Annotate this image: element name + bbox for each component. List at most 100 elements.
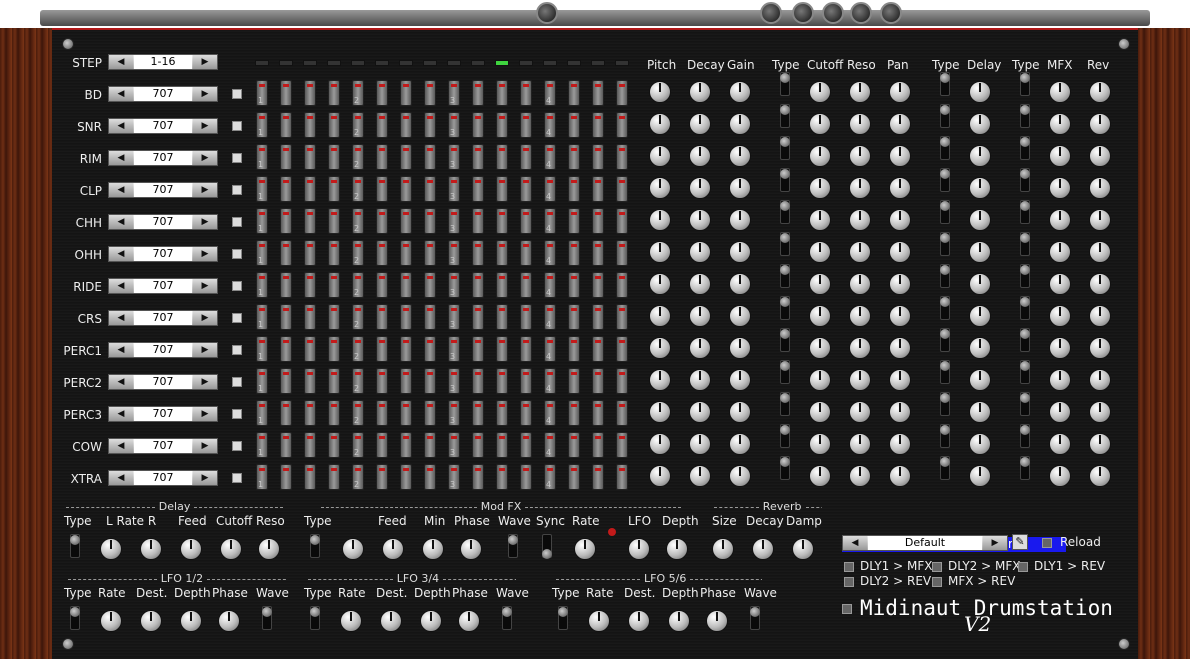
voice-mfx-knob[interactable] [1049,273,1071,295]
voice-cutoff-knob[interactable] [809,433,831,455]
step-button[interactable] [568,144,580,170]
reverb-decay-knob[interactable] [752,538,774,560]
step-button[interactable] [280,80,292,106]
step-button[interactable] [616,304,628,330]
voice-cutoff-knob[interactable] [809,113,831,135]
step-button[interactable]: 2 [352,432,364,458]
step-button[interactable]: 3 [448,112,460,138]
step-button[interactable] [472,368,484,394]
modfx-sync-switch[interactable] [542,534,552,559]
kit-selector[interactable]: ◀ 707 ▶ [108,246,218,262]
voice-pitch-knob[interactable] [649,465,671,487]
step-button[interactable] [616,80,628,106]
step-button[interactable] [376,368,388,394]
mute-checkbox[interactable] [232,441,242,451]
arrow-left-icon[interactable]: ◀ [109,183,133,197]
voice-type-switch[interactable] [940,200,950,224]
voice-rev-knob[interactable] [1089,241,1111,263]
voice-rev-knob[interactable] [1089,177,1111,199]
voice-pitch-knob[interactable] [649,273,671,295]
routing-checkbox-dly1-rev[interactable] [1018,562,1028,572]
step-button[interactable] [472,176,484,202]
step-button[interactable] [496,336,508,362]
step-button[interactable] [424,208,436,234]
step-button[interactable] [280,176,292,202]
arrow-left-icon[interactable]: ◀ [109,279,133,293]
voice-type-switch[interactable] [1020,72,1030,96]
delay-rate-left-knob[interactable] [100,538,122,560]
step-button[interactable] [376,80,388,106]
lfo34-type-switch[interactable] [310,606,320,630]
step-button[interactable] [520,400,532,426]
step-button[interactable]: 3 [448,272,460,298]
step-button[interactable] [616,464,628,490]
step-button[interactable] [400,80,412,106]
step-button[interactable] [400,304,412,330]
voice-reso-knob[interactable] [849,337,871,359]
step-button[interactable] [520,432,532,458]
step-button[interactable]: 3 [448,368,460,394]
voice-gain-knob[interactable] [729,241,751,263]
step-button[interactable] [304,80,316,106]
arrow-right-icon[interactable]: ▶ [193,407,217,421]
voice-delay-knob[interactable] [969,113,991,135]
step-button[interactable] [592,304,604,330]
step-button[interactable] [592,432,604,458]
voice-pan-knob[interactable] [889,433,911,455]
step-button[interactable]: 4 [544,400,556,426]
lfo56-knob[interactable] [588,610,610,632]
voice-reso-knob[interactable] [849,177,871,199]
step-button[interactable] [568,208,580,234]
step-button[interactable] [376,336,388,362]
voice-type-switch[interactable] [940,72,950,96]
voice-delay-knob[interactable] [969,369,991,391]
modfx-rate-knob[interactable] [574,538,596,560]
step-button[interactable] [568,304,580,330]
step-button[interactable] [568,80,580,106]
voice-type-switch[interactable] [940,456,950,480]
lfo34-knob[interactable] [458,610,480,632]
voice-pitch-knob[interactable] [649,305,671,327]
step-button[interactable]: 2 [352,272,364,298]
lfo34-knob[interactable] [380,610,402,632]
voice-rev-knob[interactable] [1089,337,1111,359]
step-button[interactable] [520,272,532,298]
step-button[interactable] [304,240,316,266]
step-button[interactable] [592,176,604,202]
voice-pan-knob[interactable] [889,273,911,295]
modfx-type-switch[interactable] [310,534,320,558]
step-button[interactable] [400,432,412,458]
voice-pan-knob[interactable] [889,337,911,359]
step-button[interactable]: 4 [544,208,556,234]
step-button[interactable] [400,272,412,298]
step-button[interactable]: 1 [256,400,268,426]
step-button[interactable]: 2 [352,336,364,362]
arrow-left-icon[interactable]: ◀ [109,151,133,165]
step-button[interactable] [424,80,436,106]
step-button[interactable]: 2 [352,112,364,138]
voice-decay-knob[interactable] [689,337,711,359]
step-button[interactable] [472,208,484,234]
step-button[interactable]: 1 [256,336,268,362]
step-button[interactable] [424,240,436,266]
step-button[interactable] [472,400,484,426]
kit-selector[interactable]: ◀ 707 ▶ [108,278,218,294]
step-button[interactable] [520,80,532,106]
arrow-right-icon[interactable]: ▶ [193,439,217,453]
step-button[interactable] [592,464,604,490]
step-button[interactable] [400,112,412,138]
arrow-right-icon[interactable]: ▶ [193,151,217,165]
step-button[interactable] [280,304,292,330]
lfo12-wave-switch[interactable] [262,606,272,630]
step-button[interactable] [328,80,340,106]
step-button[interactable] [280,432,292,458]
voice-pan-knob[interactable] [889,305,911,327]
voice-type-switch[interactable] [780,296,790,320]
voice-type-switch[interactable] [780,360,790,384]
voice-pan-knob[interactable] [889,113,911,135]
voice-reso-knob[interactable] [849,145,871,167]
reload-checkbox[interactable] [1042,538,1052,548]
step-button[interactable] [376,240,388,266]
step-button[interactable] [280,208,292,234]
arrow-right-icon[interactable]: ▶ [193,247,217,261]
